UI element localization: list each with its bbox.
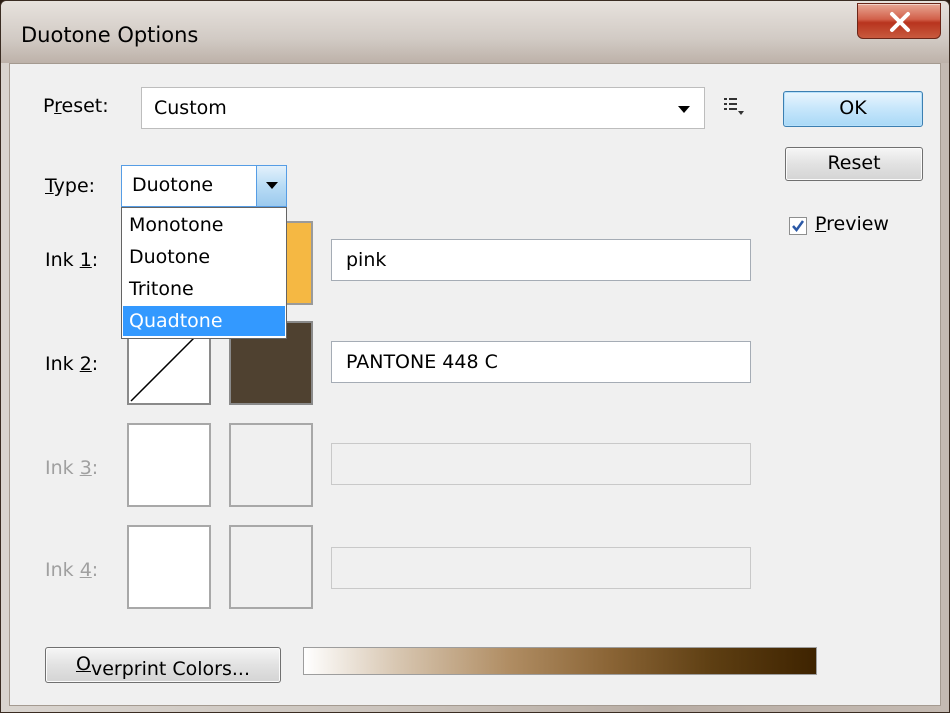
type-option-tritone[interactable]: Tritone — [123, 274, 285, 304]
ink-4-name-field — [331, 547, 751, 589]
preset-value: Custom — [154, 97, 227, 119]
close-icon — [890, 12, 910, 32]
preview-label[interactable]: Preview — [815, 213, 889, 235]
type-option-monotone[interactable]: Monotone — [123, 210, 285, 240]
ok-button[interactable]: OK — [783, 91, 923, 127]
ink-3-color-swatch — [229, 423, 313, 507]
type-option-duotone[interactable]: Duotone — [123, 242, 285, 272]
chevron-down-icon[interactable] — [256, 166, 286, 206]
type-options-list: Monotone Duotone Tritone Quadtone — [121, 207, 287, 339]
chevron-down-icon — [678, 106, 690, 113]
title-bar[interactable]: Duotone Options — [1, 1, 949, 63]
checkmark-icon — [792, 220, 805, 233]
ink-2-name-field[interactable]: PANTONE 448 C — [331, 341, 751, 383]
ink-4-color-swatch — [229, 525, 313, 609]
ink-2-label: Ink 2: — [45, 353, 99, 375]
preset-label: Preset: — [43, 95, 109, 117]
ink-3-curve-box — [127, 423, 211, 507]
overprint-colors-button[interactable]: Overprint Colors... — [45, 647, 281, 683]
reset-button[interactable]: Reset — [785, 147, 923, 181]
close-button[interactable] — [857, 3, 941, 39]
type-label: Type: — [45, 175, 96, 197]
type-option-quadtone[interactable]: Quadtone — [123, 306, 285, 336]
type-value: Duotone — [132, 174, 214, 196]
duotone-options-dialog: Duotone Options Preset: Custom OK Reset … — [0, 0, 950, 713]
list-options-icon[interactable] — [723, 96, 747, 116]
ink-4-label: Ink 4: — [45, 559, 99, 581]
type-dropdown[interactable]: Duotone — [121, 165, 287, 207]
ink-3-name-field — [331, 443, 751, 485]
preset-dropdown[interactable]: Custom — [141, 87, 705, 129]
preview-checkbox[interactable] — [789, 217, 807, 235]
dialog-title: Duotone Options — [21, 23, 199, 47]
ink-1-label: Ink 1: — [45, 249, 99, 271]
ink-3-label: Ink 3: — [45, 457, 99, 479]
ink-4-curve-box — [127, 525, 211, 609]
ink-1-name-field[interactable]: pink — [331, 239, 751, 281]
gradient-preview-bar — [303, 647, 817, 675]
